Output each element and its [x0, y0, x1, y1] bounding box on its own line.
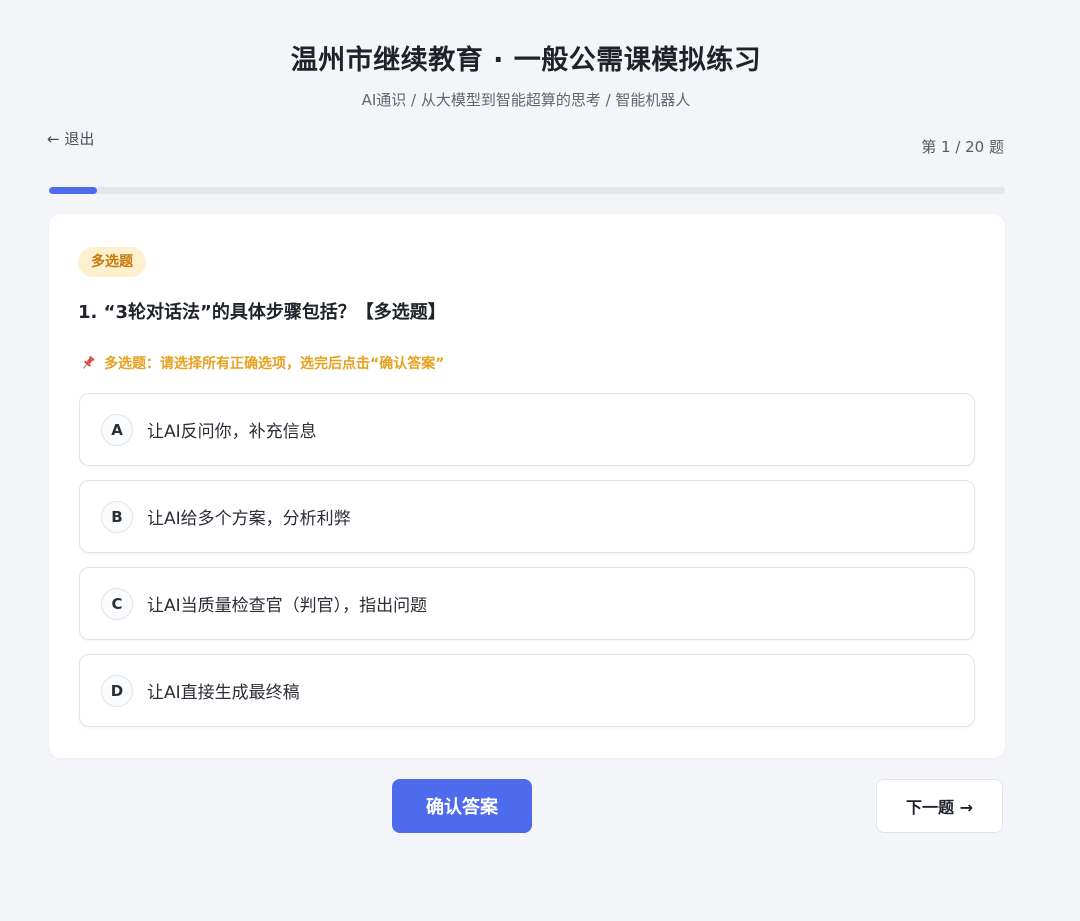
- next-question-button[interactable]: 下一题 →: [876, 779, 1003, 833]
- hint-text: 多选题：请选择所有正确选项，选完后点击“确认答案”: [80, 353, 444, 373]
- confirm-answer-button[interactable]: 确认答案: [392, 779, 532, 833]
- option-text: 让AI给多个方案，分析利弊: [147, 509, 351, 529]
- option-letter: B: [101, 500, 133, 533]
- question-type-badge: 多选题: [78, 247, 146, 277]
- option-text: 让AI反问你，补充信息: [147, 422, 317, 442]
- quiz-page: 温州市继续教育 · 一般公需课模拟练习 AI通识 / 从大模型到智能超算的思考 …: [0, 0, 1080, 921]
- question-text: 1. “3轮对话法”的具体步骤包括？【多选题】: [78, 302, 446, 323]
- option-letter: A: [101, 413, 133, 446]
- hint-label: 多选题：请选择所有正确选项，选完后点击“确认答案”: [104, 356, 445, 372]
- option-c[interactable]: C 让AI当质量检查官（判官），指出问题: [79, 567, 975, 640]
- option-d[interactable]: D 让AI直接生成最终稿: [79, 654, 975, 727]
- pushpin-icon: [83, 356, 95, 369]
- page-title: 温州市继续教育 · 一般公需课模拟练习: [290, 45, 762, 76]
- progress-bar: [49, 187, 1005, 194]
- option-letter: C: [101, 587, 133, 620]
- option-b[interactable]: B 让AI给多个方案，分析利弊: [79, 480, 975, 553]
- progress-fill: [49, 187, 97, 194]
- question-card: 多选题 1. “3轮对话法”的具体步骤包括？【多选题】 多选题：请选择所有正确选…: [49, 214, 1005, 758]
- exit-link[interactable]: ← 退出: [47, 128, 94, 149]
- question-counter: 第 1 / 20 题: [921, 138, 1004, 156]
- options-list: A 让AI反问你，补充信息 B 让AI给多个方案，分析利弊 C 让AI当质量检查…: [79, 393, 975, 741]
- option-text: 让AI当质量检查官（判官），指出问题: [147, 596, 428, 616]
- breadcrumb: AI通识 / 从大模型到智能超算的思考 / 智能机器人: [361, 91, 691, 109]
- option-letter: D: [101, 674, 133, 707]
- option-a[interactable]: A 让AI反问你，补充信息: [79, 393, 975, 466]
- option-text: 让AI直接生成最终稿: [147, 683, 300, 703]
